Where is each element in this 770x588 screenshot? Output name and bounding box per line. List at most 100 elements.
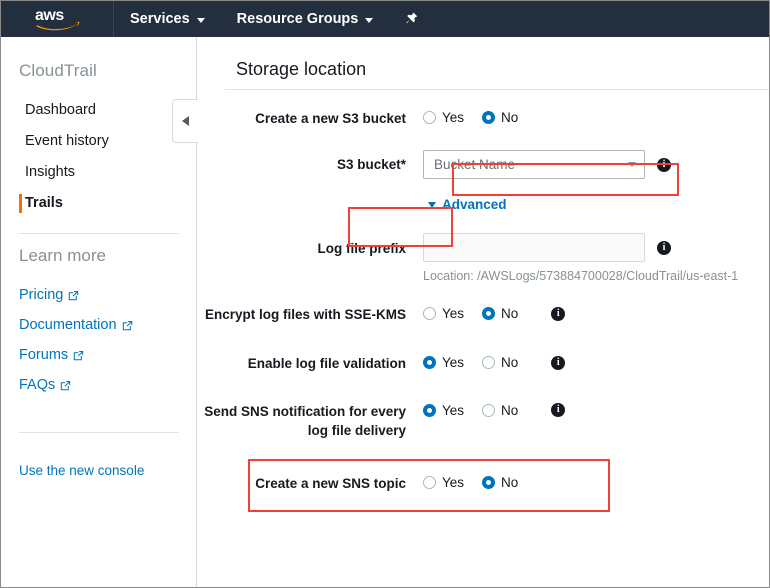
sidebar: CloudTrail Dashboard Event history Insig… — [1, 37, 197, 587]
sidebar-item-dashboard[interactable]: Dashboard — [1, 95, 197, 126]
form-row-log-file-prefix: Log file prefix i Location: /AWSLogs/573… — [198, 233, 769, 283]
sidebar-link-label: FAQs — [19, 377, 56, 393]
info-icon[interactable]: i — [551, 403, 566, 417]
field-label: Enable log file validation — [247, 356, 406, 371]
field-label: Encrypt log files with SSE-KMS — [204, 307, 406, 322]
triangle-left-icon — [182, 116, 189, 126]
main-content: Storage location Create a new S3 bucket … — [198, 37, 769, 587]
field-label: Create a new S3 bucket — [255, 111, 406, 126]
radio-option-no[interactable]: No — [482, 402, 518, 419]
sidebar-item-label: Event history — [25, 133, 109, 149]
sidebar-link-faqs[interactable]: FAQs — [1, 370, 197, 400]
radio-label: No — [501, 403, 519, 418]
s3-bucket-select[interactable]: Bucket Name — [423, 150, 645, 179]
s3-bucket-select-value: Bucket Name — [434, 157, 516, 172]
info-icon[interactable]: i — [551, 306, 566, 321]
chevron-down-icon — [365, 17, 374, 23]
field-label: Create a new SNS topic — [255, 476, 406, 491]
sidebar-service-title: CloudTrail — [19, 61, 97, 80]
radio-label: Yes — [442, 306, 465, 321]
external-link-icon — [61, 380, 71, 390]
chevron-down-icon — [628, 162, 636, 167]
sidebar-collapse-button[interactable] — [172, 99, 198, 143]
external-link-icon — [73, 350, 84, 360]
radio-indicator — [482, 476, 496, 489]
external-link-icon — [69, 290, 79, 300]
log-file-prefix-input[interactable] — [423, 233, 645, 262]
sidebar-link-documentation[interactable]: Documentation — [1, 310, 197, 340]
radio-label: Yes — [442, 110, 465, 125]
sidebar-nav-list: Dashboard Event history Insights Trails — [1, 95, 197, 219]
form-row-encrypt-log-files-sse-kms: Encrypt log files with SSE-KMS Yes No i — [198, 305, 769, 324]
nav-item-services[interactable]: Services — [114, 1, 221, 37]
form-row-advanced: Advanced — [198, 197, 769, 212]
radio-label: Yes — [442, 403, 465, 418]
sidebar-link-label: Documentation — [19, 317, 117, 333]
pin-icon — [406, 12, 418, 24]
radio-indicator — [482, 404, 496, 417]
form-row-create-new-sns-topic: Create a new SNS topic Yes No — [198, 474, 769, 493]
svg-text:aws: aws — [35, 7, 64, 24]
log-file-prefix-location-hint: Location: /AWSLogs/573884700028/CloudTra… — [423, 269, 739, 283]
radio-option-yes[interactable]: Yes — [423, 305, 464, 322]
radio-option-no[interactable]: No — [482, 109, 518, 126]
sidebar-link-forums[interactable]: Forums — [1, 340, 197, 370]
sidebar-item-label: Insights — [25, 164, 75, 180]
radio-indicator — [423, 111, 436, 124]
radio-indicator — [423, 476, 436, 489]
sidebar-item-trails[interactable]: Trails — [1, 188, 197, 219]
radio-option-no[interactable]: No — [482, 474, 518, 491]
info-icon[interactable]: i — [657, 157, 671, 172]
sidebar-item-event-history[interactable]: Event history — [1, 126, 197, 157]
advanced-toggle-label: Advanced — [442, 197, 507, 212]
radio-label: Yes — [442, 475, 465, 490]
radio-option-yes[interactable]: Yes — [423, 109, 464, 126]
external-link-icon — [122, 320, 132, 330]
chevron-down-icon — [196, 17, 205, 23]
aws-logo-mark: aws — [35, 7, 80, 31]
storage-location-form: Create a new S3 bucket Yes No S3 bucket*… — [198, 89, 769, 493]
form-row-send-sns-notification: Send SNS notification for every log file… — [198, 402, 769, 440]
sidebar-item-label: Trails — [25, 195, 63, 211]
radio-indicator — [482, 356, 496, 369]
info-icon[interactable]: i — [551, 355, 566, 370]
field-label: S3 bucket* — [336, 157, 406, 172]
triangle-down-icon — [428, 201, 436, 208]
radio-option-no[interactable]: No — [482, 354, 518, 371]
radio-indicator — [423, 356, 436, 369]
form-row-s3-bucket: S3 bucket* Bucket Name i — [198, 150, 769, 179]
sidebar-link-label: Pricing — [19, 287, 64, 303]
nav-item-resource-groups[interactable]: Resource Groups — [221, 1, 390, 37]
radio-option-no[interactable]: No — [482, 305, 518, 322]
field-label: Send SNS notification for every log file… — [204, 404, 406, 438]
nav-item-resource-groups-label: Resource Groups — [236, 11, 359, 27]
advanced-toggle-link[interactable]: Advanced — [428, 197, 507, 212]
sidebar-learn-more-title: Learn more — [19, 246, 106, 265]
radio-label: Yes — [442, 355, 465, 370]
radio-indicator — [423, 307, 436, 320]
radio-option-yes[interactable]: Yes — [423, 474, 464, 491]
radio-option-yes[interactable]: Yes — [423, 402, 464, 419]
radio-label: No — [501, 110, 519, 125]
use-new-console-link[interactable]: Use the new console — [19, 463, 144, 478]
cloudtrail-console-page: aws Services Resource Groups CloudTrail — [0, 0, 770, 588]
sidebar-divider — [19, 233, 179, 234]
pin-button[interactable] — [389, 1, 433, 37]
radio-label: No — [501, 355, 519, 370]
sidebar-link-label: Forums — [19, 347, 69, 363]
info-icon[interactable]: i — [657, 240, 671, 255]
radio-group-encrypt-log-files: Yes No — [423, 305, 518, 322]
sidebar-learn-more-list: Pricing Documentation Forums FAQs — [1, 280, 197, 400]
radio-indicator — [482, 111, 496, 124]
body-area: CloudTrail Dashboard Event history Insig… — [1, 37, 769, 587]
sidebar-item-insights[interactable]: Insights — [1, 157, 197, 188]
sidebar-link-pricing[interactable]: Pricing — [1, 280, 197, 310]
radio-indicator — [423, 404, 436, 417]
nav-item-services-label: Services — [130, 11, 190, 27]
radio-group-create-new-sns-topic: Yes No — [423, 474, 518, 491]
radio-label: No — [501, 306, 519, 321]
aws-logo[interactable]: aws — [1, 1, 113, 37]
radio-indicator — [482, 307, 496, 320]
radio-option-yes[interactable]: Yes — [423, 354, 464, 371]
radio-group-enable-log-file-validation: Yes No — [423, 354, 518, 371]
